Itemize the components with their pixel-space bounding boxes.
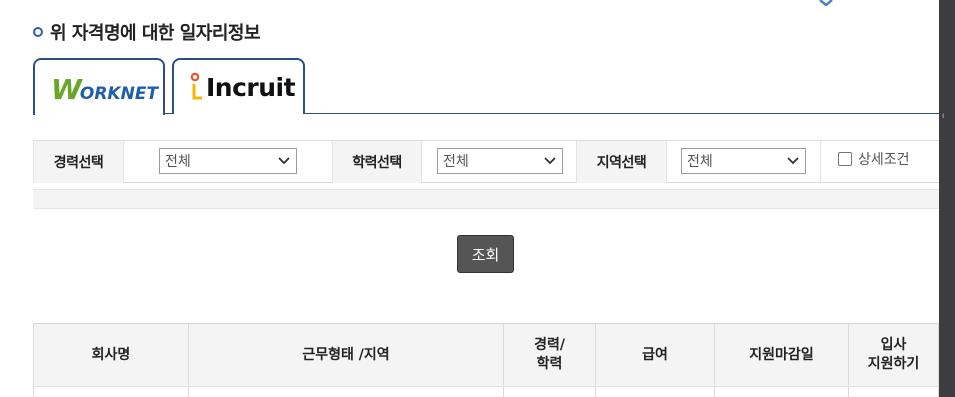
career-select[interactable]: 전체 (159, 148, 297, 174)
career-label: 경력선택 (33, 141, 124, 183)
col-career-education: 경력/ 학력 (503, 324, 595, 386)
section-title: 위 자격명에 대한 일자리정보 (50, 23, 261, 44)
incruit-mark-icon (190, 72, 202, 100)
detail-label: 상세조건 (858, 152, 910, 168)
chevron-down-icon (787, 157, 799, 165)
side-panel-mark: ı (942, 111, 945, 120)
education-select[interactable]: 전체 (437, 148, 563, 174)
chevron-down-icon (819, 0, 833, 6)
region-select[interactable]: 전체 (681, 148, 806, 174)
chevron-down-icon (278, 157, 290, 165)
filter-spacer (33, 189, 939, 209)
detail-condition[interactable]: 상세조건 (838, 149, 910, 169)
bullet-icon (33, 27, 43, 37)
region-label: 지역선택 (576, 141, 667, 183)
tab-incruit[interactable]: Incruit (172, 58, 305, 114)
col-deadline: 지원마감일 (714, 324, 848, 386)
tab-underline (33, 113, 939, 114)
filter-bar: 경력선택 전체 학력선택 전체 지역선택 전체 (33, 140, 939, 183)
chevron-down-icon (544, 157, 556, 165)
col-company: 회사명 (33, 324, 188, 386)
section-header: 위 자격명에 대한 일자리정보 (33, 20, 261, 44)
filter-divider (820, 141, 821, 183)
worknet-logo: W ORKNET (51, 73, 159, 106)
result-table-header: 회사명 근무형태 /지역 경력/ 학력 급여 지원마감일 입사 지원하기 (33, 323, 939, 387)
table-row (33, 387, 939, 397)
search-button[interactable]: 조회 (457, 235, 514, 273)
side-panel-edge: ı (939, 0, 955, 397)
education-label: 학력선택 (332, 141, 422, 183)
detail-checkbox[interactable] (838, 152, 852, 166)
col-salary: 급여 (595, 324, 714, 386)
col-work-type-region: 근무형태 /지역 (188, 324, 503, 386)
tab-worknet[interactable]: W ORKNET (33, 58, 165, 115)
incruit-logo: Incruit (190, 70, 296, 104)
col-apply: 입사 지원하기 (848, 324, 939, 386)
